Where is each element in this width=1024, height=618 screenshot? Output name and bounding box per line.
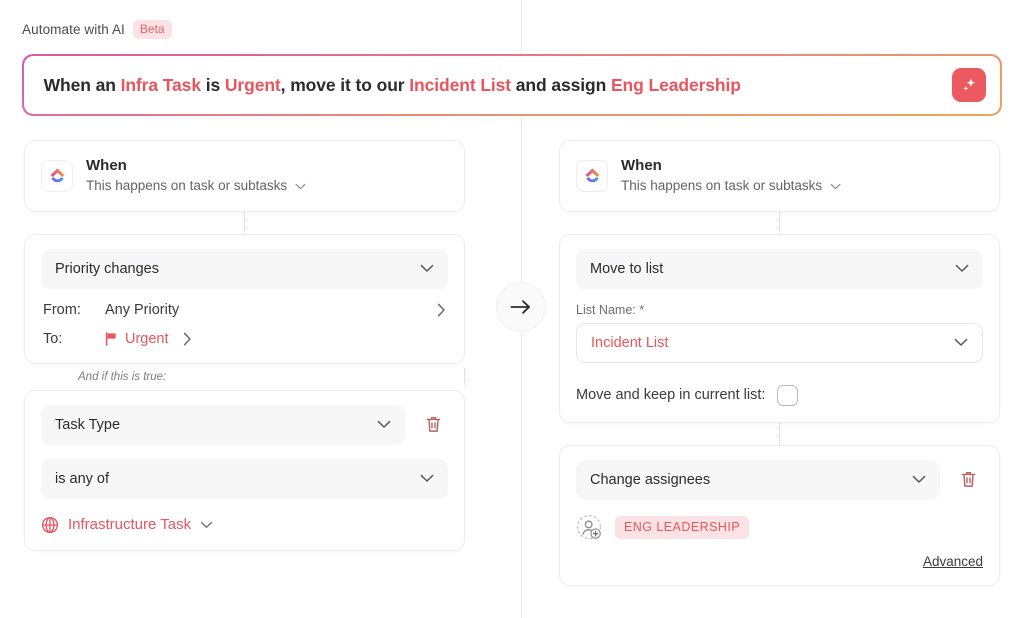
prompt-plain: , move it to our	[280, 74, 410, 95]
trigger-config-body: Priority changes From: Any Priority To: …	[25, 235, 464, 363]
chevron-down-icon	[830, 183, 841, 190]
advanced-link[interactable]: Advanced	[923, 554, 983, 569]
condition-field-value: Task Type	[55, 416, 121, 433]
chevron-down-icon	[420, 264, 434, 273]
change-assignees-body: Change assignees ENG LEADERSHIP Advanced	[560, 446, 999, 585]
prompt-entity: Incident List	[409, 74, 512, 95]
chevron-down-icon	[955, 264, 969, 273]
action-column: When This happens on task or subtasks Mo…	[559, 140, 1000, 586]
automation-builder-page: Automate with AI Beta When an Infra Task…	[0, 0, 1024, 618]
chevron-right-icon	[183, 332, 192, 346]
trash-icon	[960, 470, 977, 489]
prompt-plain: and assign	[511, 74, 611, 95]
condition-field-row: Task Type	[41, 404, 448, 445]
when-subtitle: This happens on task or subtasks	[621, 178, 823, 194]
connector-line	[464, 367, 465, 386]
condition-label-row: And if this is true:	[24, 364, 465, 390]
move-to-list-card: Move to list List Name: * Incident List	[559, 233, 1000, 423]
chevron-down-icon	[377, 420, 391, 429]
assignee-action-select[interactable]: Change assignees	[576, 459, 940, 500]
when-subtitle-row[interactable]: This happens on task or subtasks	[621, 176, 841, 196]
assignee-action-value: Change assignees	[590, 471, 711, 488]
chevron-down-icon	[420, 474, 434, 483]
chevron-down-icon	[912, 475, 926, 484]
from-label: From:	[43, 301, 81, 318]
ai-prompt-bar[interactable]: When an Infra Task is Urgent, move it to…	[22, 54, 1002, 116]
connector-line	[779, 211, 780, 234]
advanced-row: Advanced	[576, 554, 983, 569]
condition-operator-value: is any of	[55, 470, 109, 487]
change-assignees-card: Change assignees ENG LEADERSHIP Advanced	[559, 444, 1000, 586]
list-name-label: List Name: *	[576, 302, 645, 317]
when-title: When	[621, 157, 662, 174]
when-card-text: When This happens on task or subtasks	[621, 156, 841, 196]
condition-card: Task Type is any of Infrastructure Task	[24, 389, 465, 551]
condition-value-text: Infrastructure Task	[68, 516, 192, 534]
to-label: To:	[43, 330, 63, 347]
connector-line	[779, 422, 780, 445]
generate-automation-button[interactable]	[952, 68, 987, 102]
connector-line	[244, 211, 245, 234]
ai-prompt-inner: When an Infra Task is Urgent, move it to…	[23, 55, 1001, 115]
prompt-entity: Infra Task	[120, 74, 201, 95]
and-if-label: And if this is true:	[78, 370, 167, 383]
add-person-icon[interactable]	[576, 514, 604, 542]
chevron-right-icon	[437, 303, 446, 317]
flow-arrow-badge	[496, 282, 546, 332]
condition-field-select[interactable]: Task Type	[41, 404, 405, 445]
ai-prompt-text[interactable]: When an Infra Task is Urgent, move it to…	[44, 75, 741, 96]
keep-in-list-label: Move and keep in current list:	[576, 387, 766, 404]
arrow-right-icon	[510, 299, 532, 315]
beta-badge: Beta	[132, 20, 172, 40]
trash-icon	[425, 415, 442, 434]
when-title: When	[86, 157, 127, 174]
chevron-down-icon	[954, 338, 968, 347]
chevron-down-icon	[295, 183, 306, 190]
page-title: Automate with AI	[22, 22, 125, 38]
to-value: Urgent	[125, 330, 169, 347]
delete-action-button[interactable]	[954, 470, 983, 489]
priority-flag-icon	[105, 332, 117, 346]
globe-icon	[41, 516, 59, 534]
trigger-to-row[interactable]: To: Urgent	[41, 318, 448, 347]
trigger-config-card: Priority changes From: Any Priority To: …	[24, 233, 465, 364]
trigger-type-select[interactable]: Priority changes	[41, 248, 448, 289]
prompt-plain: When an	[43, 74, 121, 95]
move-to-list-body: Move to list List Name: * Incident List	[560, 235, 999, 422]
assignee-chip[interactable]: ENG LEADERSHIP	[615, 516, 750, 540]
when-subtitle-row[interactable]: This happens on task or subtasks	[86, 176, 306, 196]
trigger-column: When This happens on task or subtasks Pr…	[24, 140, 465, 551]
assignee-list-row: ENG LEADERSHIP	[576, 514, 983, 542]
condition-body: Task Type is any of Infrastructure Task	[25, 391, 464, 550]
delete-condition-button[interactable]	[419, 415, 448, 434]
condition-operator-select[interactable]: is any of	[41, 458, 448, 499]
when-card-text: When This happens on task or subtasks	[86, 156, 306, 196]
from-value: Any Priority	[105, 301, 180, 318]
sparkle-icon	[959, 75, 979, 95]
prompt-entity: Urgent	[224, 74, 281, 95]
when-card-right[interactable]: When This happens on task or subtasks	[559, 140, 1000, 212]
list-name-select[interactable]: Incident List	[576, 322, 983, 363]
when-subtitle: This happens on task or subtasks	[86, 178, 288, 194]
to-value-wrap: Urgent	[105, 331, 169, 347]
action-type-value: Move to list	[590, 260, 664, 277]
when-card-left[interactable]: When This happens on task or subtasks	[24, 140, 465, 212]
keep-in-list-checkbox[interactable]	[777, 384, 799, 406]
trigger-type-value: Priority changes	[55, 260, 159, 277]
page-header: Automate with AI Beta	[22, 20, 172, 40]
action-type-select[interactable]: Move to list	[576, 248, 983, 289]
trigger-from-row[interactable]: From: Any Priority	[41, 289, 448, 318]
clickup-logo-icon	[41, 159, 73, 192]
keep-in-list-row: Move and keep in current list:	[576, 384, 983, 406]
list-name-value: Incident List	[591, 334, 669, 351]
clickup-logo-icon	[576, 159, 608, 192]
prompt-entity: Eng Leadership	[610, 74, 741, 95]
condition-value-row[interactable]: Infrastructure Task	[41, 516, 448, 534]
chevron-down-icon	[200, 521, 213, 529]
assignee-action-row: Change assignees	[576, 459, 983, 500]
prompt-plain: is	[200, 74, 225, 95]
